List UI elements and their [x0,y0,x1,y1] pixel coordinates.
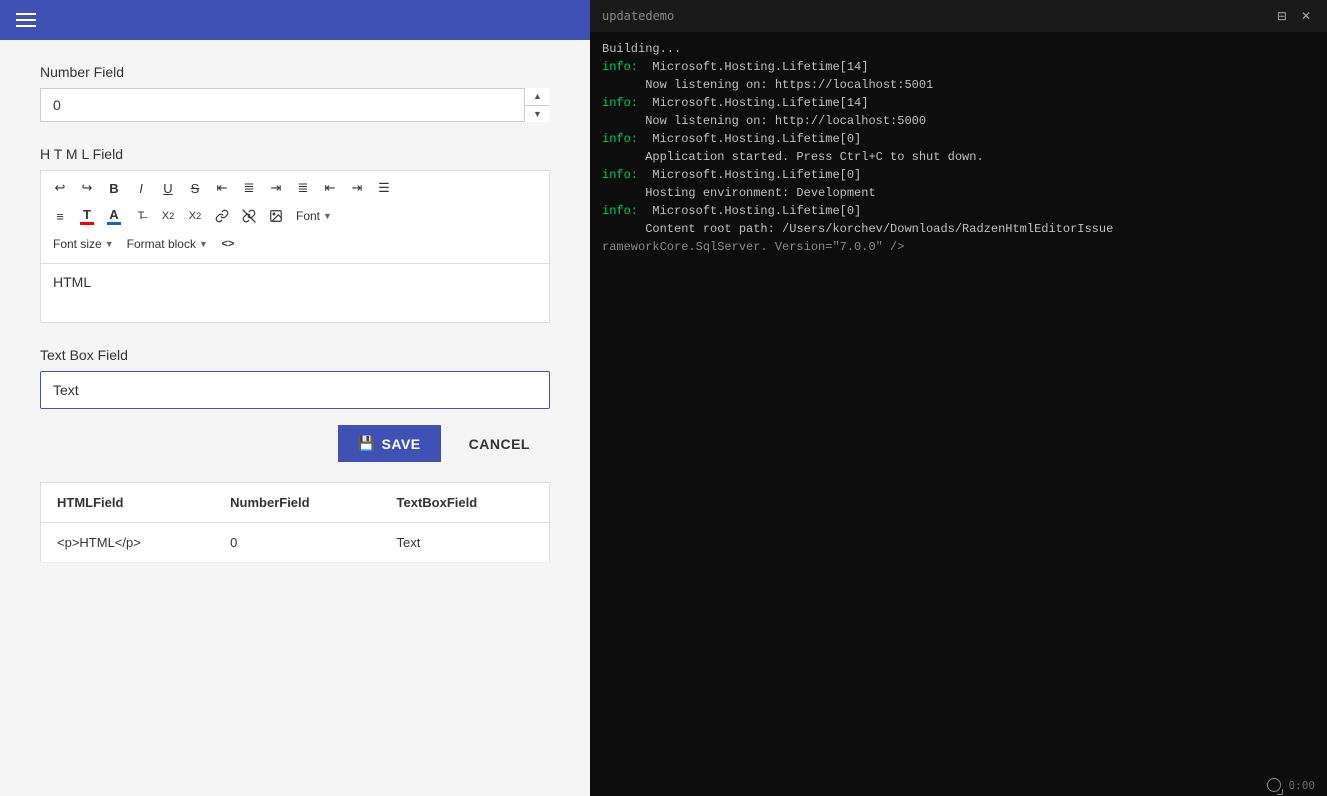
remove-format-button[interactable]: T̶ [128,203,154,229]
bold-button[interactable]: B [101,175,127,201]
toolbar-row-3: Font size ▼ Format block ▼ <> [47,231,543,257]
align-right-button[interactable]: ⇥ [263,175,289,201]
number-input[interactable] [40,88,550,122]
terminal-line-1: info: Microsoft.Hosting.Lifetime[14] [602,58,1315,76]
terminal-controls: updatedemo [602,9,674,23]
terminal-split-button[interactable]: ⊟ [1273,7,1291,25]
html-field-wrapper: H T M L Field ↩ ↪ B I U S ⇤ ≣ ⇥ ≣ ⇤ ⇥ ☰ [40,146,550,323]
terminal-line-11: rameworkCore.SqlServer. Version="7.0.0" … [602,238,1315,256]
font-color-bar [80,222,94,225]
toolbar-row-1: ↩ ↪ B I U S ⇤ ≣ ⇥ ≣ ⇤ ⇥ ☰ [47,175,543,201]
save-button[interactable]: 💾 SAVE [338,425,441,462]
bg-color-button[interactable]: A [101,203,127,229]
font-color-indicator: T [80,208,94,225]
terminal-content: Building... info: Microsoft.Hosting.Life… [590,32,1327,772]
italic-button[interactable]: I [128,175,154,201]
align-center-button[interactable]: ≣ [236,175,262,201]
insert-image-button[interactable] [263,203,289,229]
terminal-time: 0:00 [1289,779,1316,792]
terminal-line-7: info: Microsoft.Hosting.Lifetime[0] [602,166,1315,184]
terminal-close-button[interactable]: ✕ [1297,7,1315,25]
font-dropdown-label: Font [296,209,320,223]
left-panel: Number Field ▲ ▼ H T M L Field ↩ ↪ B I U… [0,0,590,796]
indent-button[interactable]: ⇥ [344,175,370,201]
insert-link-button[interactable] [209,203,235,229]
outdent-button[interactable]: ⇤ [317,175,343,201]
terminal-line-5: info: Microsoft.Hosting.Lifetime[0] [602,130,1315,148]
terminal-line-3: info: Microsoft.Hosting.Lifetime[14] [602,94,1315,112]
table-cell-html: <p>HTML</p> [41,523,215,563]
font-dropdown[interactable]: Font ▼ [290,205,338,227]
textbox-field-label: Text Box Field [40,347,550,363]
align-justify-button[interactable]: ≣ [290,175,316,201]
form-area: Number Field ▲ ▼ H T M L Field ↩ ↪ B I U… [0,40,590,796]
top-bar [0,0,590,40]
spin-up-button[interactable]: ▲ [525,88,550,106]
bg-color-indicator: A [107,208,121,225]
bg-color-bar [107,222,121,225]
font-dropdown-arrow: ▼ [323,211,332,221]
col-header-htmlfield: HTMLField [41,483,215,523]
superscript-button[interactable]: X2 [182,203,208,229]
terminal-bottom-bar: 0:00 [1255,774,1327,796]
textbox-field-wrapper: Text Box Field [40,347,550,409]
terminal-line-2: Now listening on: https://localhost:5001 [602,76,1315,94]
table-cell-text: Text [381,523,550,563]
text-input[interactable] [40,371,550,409]
spin-buttons: ▲ ▼ [524,88,550,122]
terminal-title: updatedemo [602,9,674,23]
table-cell-number: 0 [214,523,380,563]
terminal-line-9: info: Microsoft.Hosting.Lifetime[0] [602,202,1315,220]
col-header-numberfield: NumberField [214,483,380,523]
strikethrough-button[interactable]: S [182,175,208,201]
table-header-row: HTMLField NumberField TextBoxField [41,483,550,523]
font-color-button[interactable]: T [74,203,100,229]
terminal-top-bar: updatedemo ⊟ ✕ [590,0,1327,32]
font-size-arrow: ▼ [105,239,114,249]
cursor-icon [1267,778,1281,792]
terminal-action-icons: ⊟ ✕ [1273,7,1315,25]
font-size-label: Font size [53,237,102,251]
subscript-button[interactable]: X2 [155,203,181,229]
unlink-button[interactable] [236,203,262,229]
format-block-arrow: ▼ [199,239,208,249]
format-block-dropdown[interactable]: Format block ▼ [121,233,214,255]
col-header-textboxfield: TextBoxField [381,483,550,523]
hamburger-menu-icon[interactable] [16,13,36,27]
source-button[interactable]: <> [215,231,241,257]
terminal-line-4: Now listening on: http://localhost:5000 [602,112,1315,130]
terminal-line-8: Hosting environment: Development [602,184,1315,202]
save-icon: 💾 [358,435,376,452]
data-table: HTMLField NumberField TextBoxField <p>HT… [40,482,550,563]
table-row: <p>HTML</p> 0 Text [41,523,550,563]
html-editor-content[interactable]: HTML [40,263,550,323]
html-field-label: H T M L Field [40,146,550,162]
underline-button[interactable]: U [155,175,181,201]
ordered-list-button[interactable]: ≡ [47,203,73,229]
number-field-wrapper: ▲ ▼ [40,88,550,122]
redo-button[interactable]: ↪ [74,175,100,201]
editor-toolbar: ↩ ↪ B I U S ⇤ ≣ ⇥ ≣ ⇤ ⇥ ☰ ≡ [40,170,550,263]
undo-button[interactable]: ↩ [47,175,73,201]
toolbar-row-2: ≡ T A T̶ X2 X2 [47,203,543,229]
terminal-line-building: Building... [602,40,1315,58]
font-size-dropdown[interactable]: Font size ▼ [47,233,120,255]
unordered-list-button[interactable]: ☰ [371,175,397,201]
html-content-text: HTML [53,274,91,290]
save-label: SAVE [382,436,421,452]
cancel-button[interactable]: CANCEL [449,425,550,462]
button-row: 💾 SAVE CANCEL [40,425,550,462]
right-panel: updatedemo ⊟ ✕ Building... info: Microso… [590,0,1327,796]
terminal-line-6: Application started. Press Ctrl+C to shu… [602,148,1315,166]
format-block-label: Format block [127,237,196,251]
spin-down-button[interactable]: ▼ [525,106,550,123]
number-field-label: Number Field [40,64,550,80]
align-left-button[interactable]: ⇤ [209,175,235,201]
terminal-line-10: Content root path: /Users/korchev/Downlo… [602,220,1315,238]
cancel-label: CANCEL [469,436,530,452]
